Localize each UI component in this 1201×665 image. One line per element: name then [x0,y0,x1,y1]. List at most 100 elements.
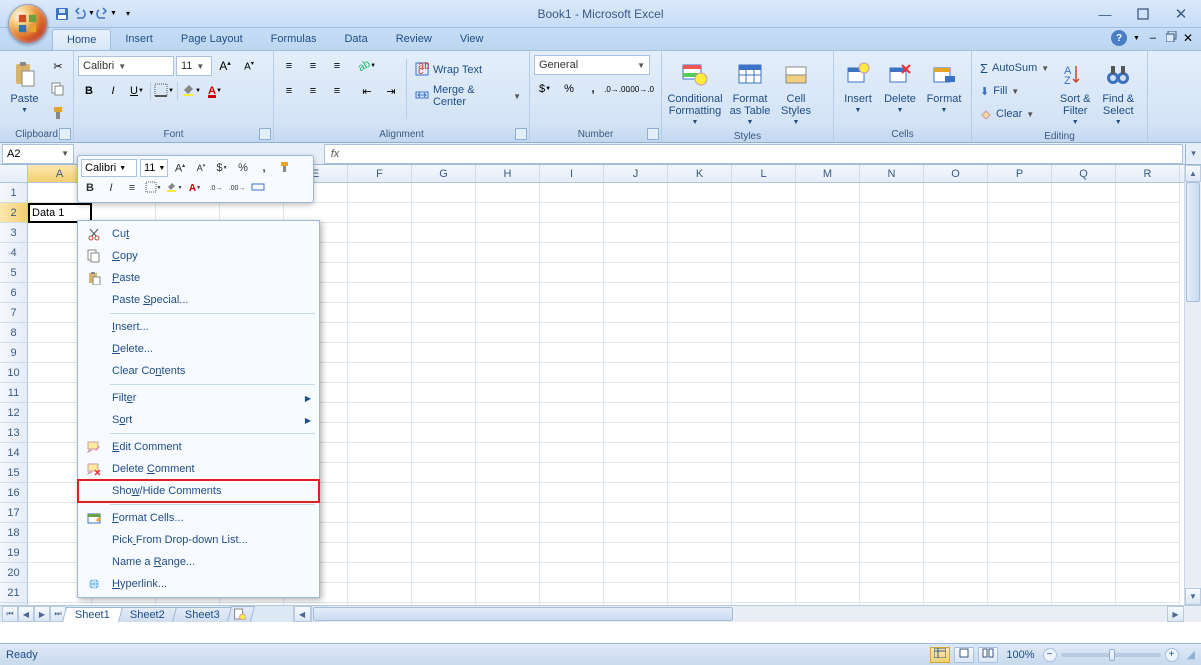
scroll-up-button[interactable]: ▲ [1185,165,1201,182]
cell[interactable] [1052,483,1116,503]
cell[interactable] [732,583,796,603]
cell[interactable] [924,263,988,283]
insert-cells-button[interactable]: Insert▼ [838,55,878,119]
cell[interactable] [348,183,412,203]
cell[interactable] [540,243,604,263]
cell[interactable] [348,563,412,583]
column-header[interactable]: H [476,165,540,182]
cell[interactable] [1116,263,1180,283]
context-menu-item-show-hide-comments[interactable]: Show/Hide Comments [78,480,319,502]
mt-bold[interactable]: B [81,179,99,197]
cell[interactable] [348,203,412,223]
cell[interactable] [732,363,796,383]
increase-indent-button[interactable]: ⇥ [380,80,402,102]
cell[interactable] [1052,383,1116,403]
cell[interactable] [924,463,988,483]
qat-save-button[interactable] [52,4,72,24]
cell[interactable] [732,323,796,343]
cell[interactable] [860,263,924,283]
mdi-minimize-icon[interactable]: – [1146,32,1160,44]
column-header[interactable]: M [796,165,860,182]
cell[interactable] [540,543,604,563]
cell[interactable] [988,563,1052,583]
cell[interactable] [476,463,540,483]
cell[interactable] [1052,283,1116,303]
cell[interactable] [412,343,476,363]
row-header[interactable]: 18 [0,523,28,543]
cell[interactable] [604,563,668,583]
cell[interactable] [476,443,540,463]
context-menu-item-copy[interactable]: Copy [78,245,319,267]
fill-color-button[interactable]: ▼ [180,80,202,102]
cell[interactable] [1116,543,1180,563]
cell[interactable] [1052,563,1116,583]
cell[interactable] [796,543,860,563]
column-header[interactable]: F [348,165,412,182]
cell[interactable] [924,183,988,203]
cell[interactable] [412,183,476,203]
cell[interactable] [476,583,540,603]
cell[interactable] [924,503,988,523]
mt-font-size[interactable]: 11▼ [140,159,168,177]
cell[interactable] [412,523,476,543]
cell[interactable] [1116,483,1180,503]
cell[interactable] [924,583,988,603]
cell[interactable] [860,583,924,603]
cell[interactable] [348,223,412,243]
row-header[interactable]: 11 [0,383,28,403]
scroll-down-button[interactable]: ▼ [1185,588,1201,605]
cell[interactable] [348,503,412,523]
cell[interactable] [988,523,1052,543]
cell[interactable] [796,563,860,583]
cell[interactable] [1116,223,1180,243]
close-button[interactable]: ✕ [1167,4,1195,24]
column-header[interactable]: Q [1052,165,1116,182]
cell[interactable] [1116,183,1180,203]
name-box[interactable]: A2▼ [2,144,74,164]
column-header[interactable]: O [924,165,988,182]
cell[interactable] [412,263,476,283]
cell[interactable] [796,283,860,303]
cell[interactable] [540,303,604,323]
cell[interactable] [1116,403,1180,423]
cell[interactable] [668,463,732,483]
zoom-in-button[interactable]: + [1165,648,1179,662]
row-header[interactable]: 16 [0,483,28,503]
cell[interactable] [732,423,796,443]
delete-cells-button[interactable]: Delete▼ [880,55,920,119]
cell[interactable] [604,383,668,403]
cell[interactable] [796,423,860,443]
cell[interactable] [924,283,988,303]
cell[interactable] [540,443,604,463]
cell[interactable] [668,263,732,283]
cell[interactable] [796,303,860,323]
underline-button[interactable]: U▼ [126,80,148,102]
cell[interactable] [796,323,860,343]
cell[interactable] [988,503,1052,523]
cell[interactable] [604,263,668,283]
cell[interactable] [1116,583,1180,603]
cell[interactable] [1116,343,1180,363]
align-bottom-button[interactable]: ≡ [326,55,348,77]
cell[interactable] [348,483,412,503]
cell[interactable] [1116,203,1180,223]
cell[interactable] [796,583,860,603]
select-all-corner[interactable] [0,165,28,182]
cell[interactable] [668,503,732,523]
formula-bar-expand-button[interactable]: ▾ [1185,144,1201,164]
cell[interactable] [796,223,860,243]
cell[interactable] [1052,223,1116,243]
cell[interactable] [412,443,476,463]
cell[interactable] [668,563,732,583]
cell[interactable] [476,283,540,303]
scroll-left-button[interactable]: ◀ [294,606,311,622]
cell[interactable] [732,223,796,243]
cell[interactable] [412,483,476,503]
mt-shrink-font[interactable]: A▾ [192,159,210,177]
cell[interactable] [412,423,476,443]
cell[interactable] [476,503,540,523]
row-header[interactable]: 5 [0,263,28,283]
context-menu-item-cut[interactable]: Cut [78,223,319,245]
cell[interactable] [732,203,796,223]
ribbon-tab-data[interactable]: Data [330,29,381,50]
